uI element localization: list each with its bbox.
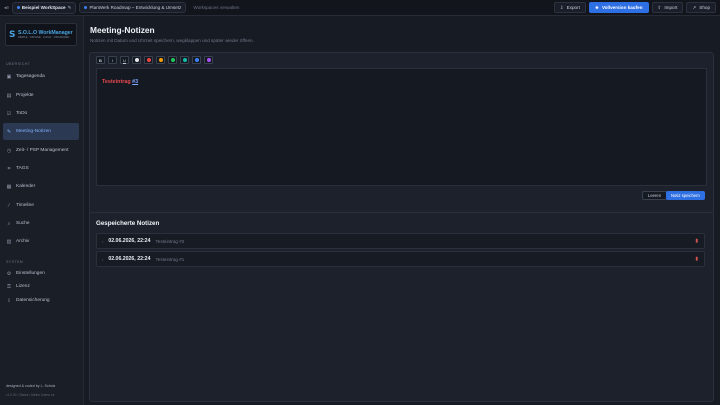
underline-button[interactable]: U xyxy=(120,56,129,64)
italic-button[interactable]: I xyxy=(108,56,117,64)
page-title: Meeting-Notizen xyxy=(90,25,155,35)
buy-full-version-button[interactable]: ★ Vollversion kaufen xyxy=(588,2,649,13)
color-swatch-green[interactable] xyxy=(168,56,177,64)
star-icon: ★ xyxy=(594,4,599,10)
chevron-right-icon[interactable]: › xyxy=(102,239,103,244)
sidebar-item-timeline[interactable]: ⁄ Timeline xyxy=(3,197,79,214)
calendar-icon: ▦ xyxy=(6,183,12,190)
sidebar-item-tags[interactable]: ⌗ TAGS xyxy=(3,160,79,177)
credit-text: designed & coded by L. Scholz xyxy=(6,384,56,388)
project-dot-icon xyxy=(84,6,88,9)
export-button[interactable]: ⇩ Export xyxy=(553,2,586,13)
sidebar-item-archiv[interactable]: ▥ Archiv xyxy=(3,233,79,250)
clock-icon: ◷ xyxy=(6,147,12,154)
gear-icon: ⚙ xyxy=(6,270,12,277)
projects-icon: ▤ xyxy=(6,92,12,99)
logo-tagline: SIMPLE · OFFLINE · LOCAL · ORGANIZED xyxy=(17,36,70,39)
sidebar-item-kalender[interactable]: ▦ Kalender xyxy=(3,178,79,195)
section-system-label: SYSTEM xyxy=(6,260,24,264)
note-editor[interactable]: Testeintrag #3 xyxy=(96,68,707,186)
list-item[interactable]: › 02.06.2026, 22:24 Testeintrag #1 ▮ xyxy=(96,251,705,267)
list-item[interactable]: › 02.06.2026, 22:24 Testeintrag #2 ▮ xyxy=(96,233,705,249)
search-icon: ⌕ xyxy=(7,220,11,227)
trash-icon[interactable]: ▮ xyxy=(695,239,698,244)
agenda-icon: ▣ xyxy=(6,73,12,80)
color-swatch-blue[interactable] xyxy=(192,56,201,64)
note-preview: Testeintrag #1 xyxy=(155,256,185,262)
color-swatch-teal[interactable] xyxy=(180,56,189,64)
color-swatch-purple[interactable] xyxy=(204,56,213,64)
workspace-name: Beispiel WorkSpace xyxy=(21,5,66,10)
sidebar-toggle-icon[interactable]: ◂≡ xyxy=(4,5,9,11)
key-icon: ⚿ xyxy=(7,283,11,290)
editor-content: Testeintrag #3 xyxy=(102,79,139,85)
section-overview-label: ÜBERSICHT xyxy=(6,62,31,66)
sidebar-item-meeting-notizen[interactable]: ✎ Meeting-Notizen xyxy=(3,123,79,140)
timeline-icon: ⁄ xyxy=(8,202,10,209)
version-text: v1.0.00 • Status • Meine Lizenz ok xyxy=(6,393,55,397)
color-swatch-red[interactable] xyxy=(144,56,153,64)
sidebar: S S.O.L.O WorkManager SIMPLE · OFFLINE ·… xyxy=(0,16,84,405)
edit-icon: ✎ xyxy=(67,4,72,10)
project-name: PlanWerk Roadmap – Entwicklung & Umsetz xyxy=(89,5,182,10)
logo-mark: S xyxy=(9,29,15,40)
workspace-selector[interactable]: Beispiel WorkSpace ✎ xyxy=(11,1,77,14)
sidebar-item-zeit-psp[interactable]: ◷ Zeit- / PSP Management xyxy=(3,142,79,159)
chevron-right-icon[interactable]: › xyxy=(102,257,103,262)
note-date: 02.06.2026, 22:24 xyxy=(108,238,151,244)
shop-icon: ↗ xyxy=(692,4,697,10)
format-toolbar: B I U xyxy=(96,56,213,64)
sidebar-item-tagesagenda[interactable]: ▣ Tagesagenda xyxy=(3,68,79,85)
download-icon: ⇩ xyxy=(6,297,12,304)
import-button[interactable]: ⇧ Import xyxy=(651,2,684,13)
app-logo: S S.O.L.O WorkManager SIMPLE · OFFLINE ·… xyxy=(5,23,77,46)
sidebar-item-todo[interactable]: ☑ ToDo xyxy=(3,105,79,122)
saved-notes-title: Gespeicherte Notizen xyxy=(96,220,160,227)
note-preview: Testeintrag #2 xyxy=(155,238,185,244)
bold-button[interactable]: B xyxy=(96,56,105,64)
editor-hashtag-link[interactable]: #3 xyxy=(132,79,138,85)
import-icon: ⇧ xyxy=(657,4,662,10)
manage-workspaces-link[interactable]: Workspaces verwalten xyxy=(189,3,243,12)
workspace-dot-icon xyxy=(16,6,20,9)
sidebar-item-projekte[interactable]: ▤ Projekte xyxy=(3,87,79,104)
trash-icon[interactable]: ▮ xyxy=(695,257,698,262)
sidebar-item-datensicherung[interactable]: ⇩ Datensicherung xyxy=(3,292,79,309)
note-date: 02.06.2026, 22:24 xyxy=(108,256,151,262)
checkbox-icon: ☑ xyxy=(6,110,12,117)
color-swatch-orange[interactable] xyxy=(156,56,165,64)
shop-button[interactable]: ↗ Shop xyxy=(686,2,716,13)
tag-icon: ⌗ xyxy=(7,165,11,172)
page-subtitle: Notizen mit Datum und Uhrzeit speichern,… xyxy=(90,38,254,43)
save-note-button[interactable]: Notiz speichern xyxy=(666,191,705,200)
sidebar-item-suche[interactable]: ⌕ Suche xyxy=(3,215,79,232)
pencil-icon: ✎ xyxy=(6,128,12,135)
project-selector[interactable]: PlanWerk Roadmap – Entwicklung & Umsetz xyxy=(79,2,187,13)
archive-icon: ▥ xyxy=(6,238,12,245)
export-icon: ⇩ xyxy=(559,4,564,10)
clear-button[interactable]: Leeren xyxy=(642,191,668,200)
color-swatch-white[interactable] xyxy=(132,56,141,64)
top-bar: ◂≡ Beispiel WorkSpace ✎ PlanWerk Roadmap… xyxy=(0,0,720,16)
